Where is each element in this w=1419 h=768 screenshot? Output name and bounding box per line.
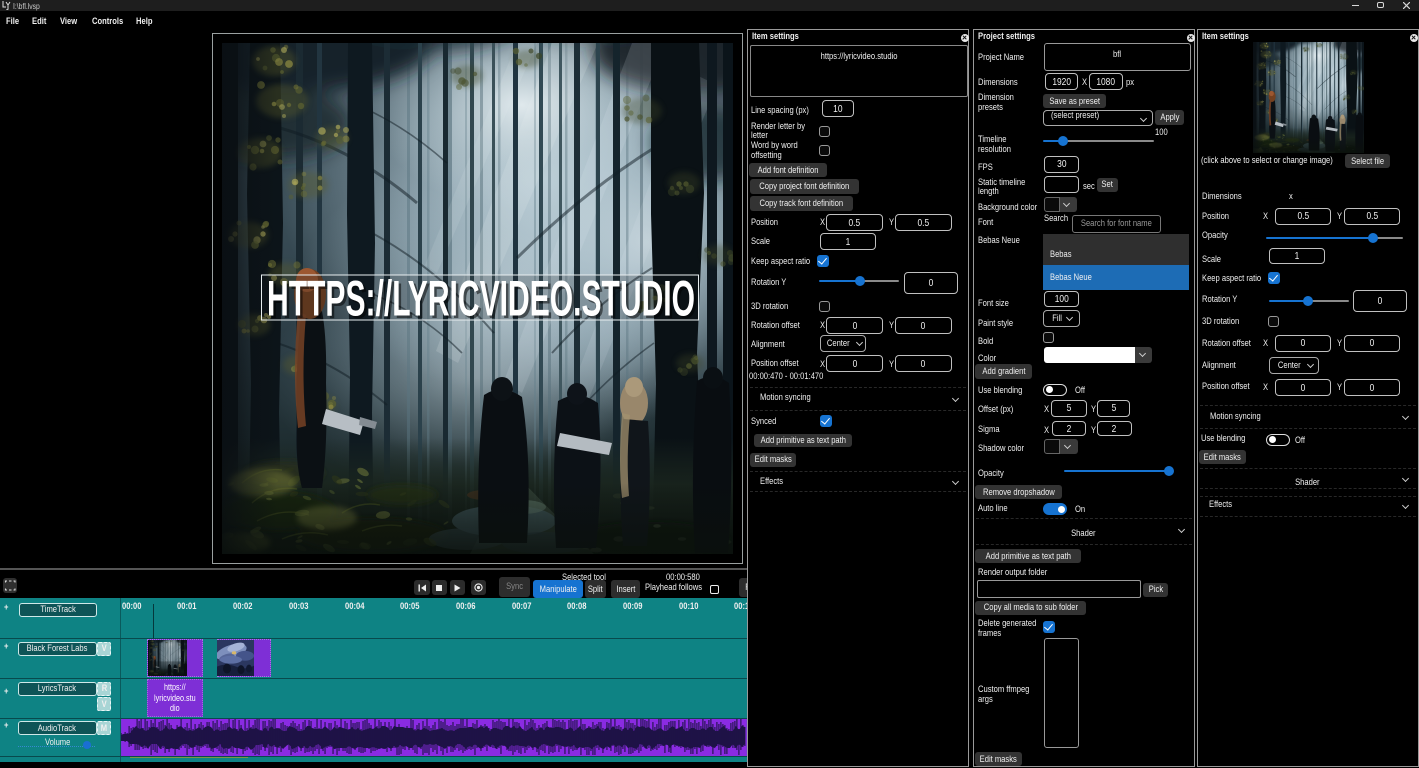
svg-text:HTTPS://LYRICVIDEO.STUDIO: HTTPS://LYRICVIDEO.STUDIO bbox=[267, 270, 695, 327]
